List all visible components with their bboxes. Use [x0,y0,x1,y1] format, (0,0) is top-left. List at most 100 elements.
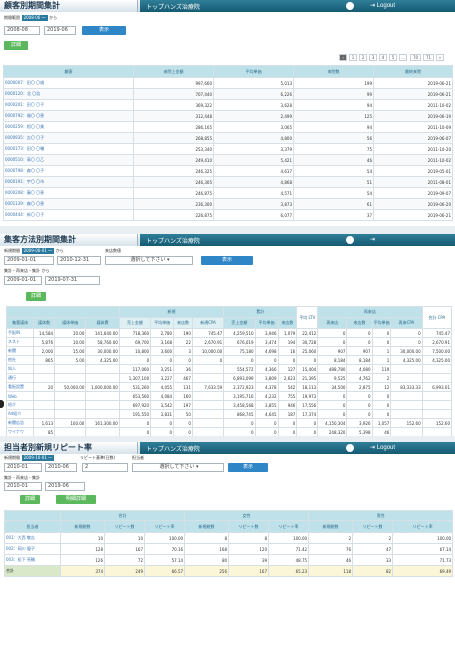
channel-link[interactable]: 紹介 [5,400,35,410]
channel-link[interactable]: Web [5,391,35,401]
customer-link[interactable]: 0000444：新〇 〇子 [3,209,134,221]
clinic-name: トップハンズ治療院 [146,238,200,245]
customer-link[interactable]: 0000208：藤〇 〇恵 [3,187,134,199]
page-button[interactable]: 5 [389,54,397,61]
channel-link[interactable]: Ad紹介 [5,409,35,419]
staff-link[interactable]: 002：岡川 優子 [4,543,61,555]
channel-link[interactable]: 他社 [5,355,35,365]
table-cell: 4,762 [346,373,373,383]
table-cell: 4,259,510 [223,328,256,338]
customer-link[interactable]: 0000935：吉〇 〇子 [3,132,134,144]
customer-link[interactable]: 0000007：田〇 〇雄 [3,77,134,89]
table-row: 0000173：田〇 〇輔 253,340 3,379 75 2011-10-20 [3,143,453,155]
period-label-row: 新規期間 2009-06-01 〜 から [4,248,64,254]
aggregate-to-input[interactable]: 2019-07-31 [45,276,100,285]
logout-button[interactable]: ⇥ Logout [370,0,395,12]
date-from-input[interactable]: 2010-01 [4,463,42,472]
customer-link[interactable]: 0000510：高〇 〇乙 [3,154,134,166]
side-handle[interactable] [0,400,4,408]
show-button[interactable]: 表示 [201,256,253,265]
channel-link[interactable]: 知人 [5,364,35,374]
aggregate-to-input[interactable]: 2019-06 [45,482,85,491]
aggregate-label: 集計・再来店・集計 [4,475,40,480]
repeat-days-input[interactable]: 2 [82,463,128,472]
table-cell: 2019-06-21 [373,209,453,221]
customer-link[interactable]: 0001139：森〇 〇恵 [3,198,134,210]
table-row: 0000259：相〇 〇美 286,165 3,065 94 2011-10-09 [3,121,453,133]
page-button[interactable]: 2 [359,54,367,61]
table-cell: 127 [277,364,298,374]
table-cell [54,409,87,419]
table-cell: 4,571 [213,187,294,199]
table-cell: 2,623 [277,373,298,383]
detail-list-button[interactable]: 明細詳細 [56,495,96,504]
channel-link[interactable]: 手配IN [5,328,35,338]
table-cell: 2,499 [213,110,294,122]
page-next-button[interactable]: » [436,54,444,61]
customer-link[interactable]: 0000259：相〇 〇美 [3,121,134,133]
aggregate-from-input[interactable]: 2010-01 [4,482,42,491]
table-cell: 120 [228,543,270,555]
detail-button[interactable]: 詳細 [20,495,40,504]
channel-link[interactable]: ネスト [5,337,35,347]
page-button[interactable]: 1 [349,54,357,61]
page-button[interactable]: 4 [379,54,387,61]
table-cell: 1,307,100 [118,373,152,383]
page-button[interactable]: 71 [423,54,434,61]
table-cell: 0 [371,409,392,419]
date-to-input[interactable]: 2010-06 [45,463,77,472]
table-cell: 57.14 [143,554,186,566]
date-from-input[interactable]: 2008-08 [4,26,40,35]
customer-link[interactable]: 0000792：福〇 〇恵 [3,110,134,122]
table-cell: 167 [228,565,270,577]
channel-link[interactable]: ワイナウ [5,427,35,436]
date-to-input[interactable]: 2019-06 [44,26,76,35]
channel-link[interactable]: 新聞 [5,346,35,356]
logout-button[interactable]: ⇥ Logout [370,442,395,454]
logout-icon[interactable]: ⇥ [370,234,375,246]
customer-link[interactable]: 0000173：田〇 〇輔 [3,143,134,155]
user-icon[interactable] [346,236,354,244]
customer-link[interactable]: 0000120：北 〇浩 [3,88,134,100]
logout-label: Logout [376,3,396,9]
staff-select[interactable]: 選択して下さい ▾ [132,463,224,472]
kara-label: から [55,248,64,253]
column-header: 新規総数 [308,520,354,533]
show-button[interactable]: 表示 [82,26,126,35]
channel-select[interactable]: 選択して下さい ▾ [105,256,193,265]
staff-link[interactable]: 001：大西 敬吉 [4,532,61,544]
table-cell: 58,760.00 [85,337,120,347]
detail-button[interactable]: 詳細 [26,292,46,301]
table-cell: 65.23 [268,565,310,577]
customer-link[interactable]: 0000798：森〇 〇子 [3,165,134,177]
detail-button[interactable]: 詳細 [4,41,28,50]
channel-link[interactable]: 看板設置 [5,382,35,392]
table-cell: 47 [352,543,394,555]
date-to-input[interactable]: 2010-12-31 [57,256,101,265]
staff-link[interactable]: 003：松下 亮輔 [4,554,61,566]
table-cell: 131 [173,382,193,392]
customer-link[interactable]: 0000201：田〇 〇子 [3,99,134,111]
user-icon[interactable] [346,2,354,10]
table-cell: 2 [371,373,392,383]
channel-period-panel: 集客方法別期間集計 トップハンズ治療院 ⇥ 新規期間 2009-06-01 〜 … [0,234,455,436]
page-button[interactable]: 70 [410,54,421,61]
table-cell: 69,700 [118,337,152,347]
channel-table: 新規 累計 平均 LTV 再来店 合計 CPA 集客媒体 媒体数 媒体単価 媒体費 売上… [5,306,453,436]
user-icon[interactable] [346,444,354,452]
table-cell: 197 [173,400,193,410]
page-button[interactable]: 3 [369,54,377,61]
kara-label: から [41,268,50,273]
table-row: 知人 117,060 3,251 36 554,572 4,366 127 15,404 488… [5,364,453,374]
customer-link[interactable]: 0000191：宇〇 〇市 [3,176,134,188]
date-from-input[interactable]: 2009-01-01 [4,256,54,265]
aggregate-from-input[interactable]: 2009-01-01 [4,276,42,285]
channel-link[interactable]: 新聞広告 [5,418,35,428]
table-cell: 5,876 [33,337,56,347]
channel-link[interactable]: 通行 [5,373,35,383]
table-cell: 4,325.00 [421,355,453,365]
page-prev-button[interactable]: ‹ [339,54,347,61]
show-button[interactable]: 表示 [228,463,268,472]
table-cell: 997,660 [133,77,214,89]
column-header: リピート率 [143,520,186,533]
